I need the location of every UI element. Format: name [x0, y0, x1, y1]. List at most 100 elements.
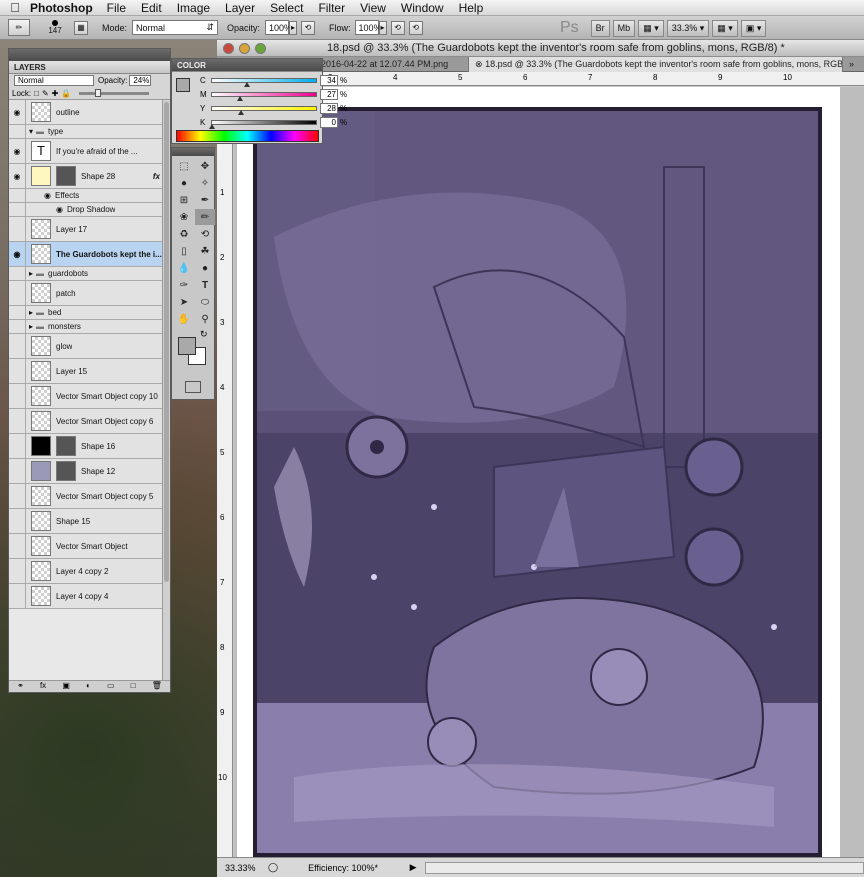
layer-row[interactable]: Layer 4 copy 4 — [9, 584, 164, 609]
adjustment-layer-icon[interactable]: ◐ — [86, 681, 91, 692]
blend-mode-select[interactable]: Normal — [14, 75, 94, 86]
menu-window[interactable]: Window — [401, 1, 444, 15]
new-group-icon[interactable]: ▭ — [107, 681, 115, 692]
move-tool-icon[interactable]: ✥ — [195, 158, 215, 174]
status-info-icon[interactable]: ◯ — [268, 862, 278, 873]
opacity-slider-track[interactable] — [79, 88, 150, 97]
mode-select[interactable]: Normal ⇵ — [132, 20, 219, 35]
layer-row[interactable]: ◉ The Guardobots kept the i... — [9, 242, 164, 267]
visibility-toggle[interactable] — [9, 584, 26, 608]
close-window-icon[interactable] — [223, 43, 234, 54]
channel-slider[interactable] — [211, 77, 317, 87]
layer-row[interactable]: Shape 12 — [9, 459, 164, 484]
layer-fx-badge[interactable]: fx — [153, 172, 160, 181]
visibility-toggle[interactable] — [9, 320, 26, 333]
layer-row[interactable]: ▸ ▬ guardobots — [9, 267, 164, 281]
blur-tool-icon[interactable]: 💧 — [174, 260, 194, 276]
tab-overflow-icon[interactable]: » — [843, 57, 860, 72]
eye-icon[interactable]: ◉ — [9, 139, 26, 163]
layers-tab[interactable]: LAYERS — [9, 61, 170, 74]
layer-row[interactable]: ◉ outline — [9, 100, 164, 125]
foreground-swatch[interactable] — [176, 78, 190, 92]
eye-icon[interactable]: ◉ — [9, 164, 26, 188]
effect-eye-icon[interactable]: ◉ — [56, 205, 63, 214]
apple-icon[interactable]:  — [0, 0, 30, 15]
eye-icon[interactable]: ◉ — [9, 242, 26, 266]
opacity-field[interactable]: 100% — [265, 20, 292, 35]
shape-tool-icon[interactable]: ⬭ — [195, 294, 215, 310]
layers-scroll-thumb[interactable] — [164, 102, 169, 582]
layer-row[interactable]: Layer 4 copy 2 — [9, 559, 164, 584]
layer-row[interactable]: glow — [9, 334, 164, 359]
layer-row[interactable]: ◉ Drop Shadow — [9, 203, 164, 217]
opacity-slider-icon[interactable]: ▸ — [289, 20, 298, 35]
tool-foreground-swatch[interactable] — [178, 337, 196, 355]
menu-help[interactable]: Help — [459, 1, 484, 15]
channel-slider[interactable] — [211, 105, 317, 115]
status-info[interactable]: Efficiency: 100%* — [308, 863, 410, 873]
pen-tool-icon[interactable]: ✑ — [174, 277, 194, 293]
channel-value[interactable]: 0 — [320, 116, 338, 128]
lock-transparent-icon[interactable]: □ — [34, 89, 39, 98]
visibility-toggle[interactable] — [9, 306, 26, 319]
lock-position-icon[interactable]: ✚ — [52, 89, 59, 98]
layer-row[interactable]: Layer 15 — [9, 359, 164, 384]
layer-row[interactable]: patch — [9, 281, 164, 306]
layer-row[interactable]: Vector Smart Object copy 5 — [9, 484, 164, 509]
layer-row[interactable]: ▸ ▬ bed — [9, 306, 164, 320]
status-zoom[interactable]: 33.33% — [225, 863, 264, 873]
artwork[interactable] — [234, 87, 864, 857]
flow-slider-icon[interactable]: ▸ — [378, 20, 387, 35]
menu-layer[interactable]: Layer — [225, 1, 255, 15]
layer-mask-icon[interactable]: ▣ — [62, 681, 70, 692]
pressure-opacity-icon[interactable]: ⟲ — [301, 20, 316, 35]
visibility-toggle[interactable] — [9, 409, 26, 433]
channel-slider-handle[interactable] — [238, 109, 244, 115]
visibility-toggle[interactable] — [9, 384, 26, 408]
menu-filter[interactable]: Filter — [318, 1, 345, 15]
eyedropper-tool-icon[interactable]: ✒ — [195, 192, 215, 208]
layer-row[interactable]: Vector Smart Object — [9, 534, 164, 559]
color-spectrum[interactable] — [176, 130, 319, 142]
delete-layer-icon[interactable]: 🗑 — [152, 681, 162, 692]
tools-panel-titlebar[interactable] — [172, 148, 214, 156]
visibility-toggle[interactable] — [9, 334, 26, 358]
layer-style-icon[interactable]: fx — [40, 681, 46, 692]
history-brush-icon[interactable]: ⟲ — [195, 226, 215, 242]
layer-row[interactable]: ◉ T If you're afraid of the ... — [9, 139, 164, 164]
app-menu[interactable]: Photoshop — [30, 1, 93, 15]
layer-row[interactable]: Shape 16 — [9, 434, 164, 459]
layer-row[interactable]: ◉ Shape 28 fx — [9, 164, 164, 189]
link-layers-icon[interactable]: ⚭ — [17, 681, 24, 692]
channel-value[interactable]: 27 — [320, 88, 338, 100]
healing-brush-icon[interactable]: ❀ — [174, 209, 194, 225]
menu-view[interactable]: View — [360, 1, 386, 15]
menu-file[interactable]: File — [107, 1, 126, 15]
hand-tool-icon[interactable]: ✋ — [174, 311, 194, 327]
visibility-toggle[interactable] — [9, 217, 26, 241]
new-layer-icon[interactable]: □ — [131, 681, 136, 692]
visibility-toggle[interactable] — [9, 459, 26, 483]
expand-triangle-icon[interactable]: ▸ — [29, 269, 33, 278]
lock-paint-icon[interactable]: ✎ — [42, 89, 49, 98]
layer-row[interactable]: Vector Smart Object copy 10 — [9, 384, 164, 409]
layer-row[interactable]: ◉ Effects — [9, 189, 164, 203]
expand-triangle-icon[interactable]: ▸ — [29, 322, 33, 331]
swap-colors-icon[interactable]: ↻ — [200, 329, 208, 340]
tab-18-psd[interactable]: ⊗ 18.psd @ 33.3% (The Guardobots kept th… — [469, 57, 843, 72]
bridge-button[interactable]: Br — [590, 19, 610, 37]
opacity-slider-handle[interactable] — [95, 88, 102, 97]
paint-bucket-icon[interactable]: ☘ — [195, 243, 215, 259]
canvas-area[interactable] — [234, 87, 864, 857]
effects-icon[interactable]: ◉ — [44, 191, 51, 200]
eye-icon[interactable]: ◉ — [9, 100, 26, 124]
vertical-ruler[interactable]: 1 2 3 4 5 6 7 8 9 10 — [217, 72, 233, 857]
layers-scrollbar[interactable] — [162, 100, 170, 680]
view-extras-button[interactable]: ▦ ▾ — [638, 19, 664, 37]
layers-panel-titlebar[interactable] — [9, 49, 170, 61]
menu-select[interactable]: Select — [270, 1, 303, 15]
minibridge-button[interactable]: Mb — [612, 19, 636, 37]
layer-row[interactable]: ▾ ▬ type — [9, 125, 164, 139]
minimize-window-icon[interactable] — [239, 43, 250, 54]
brush-tool-icon[interactable]: ✏ — [8, 19, 30, 36]
